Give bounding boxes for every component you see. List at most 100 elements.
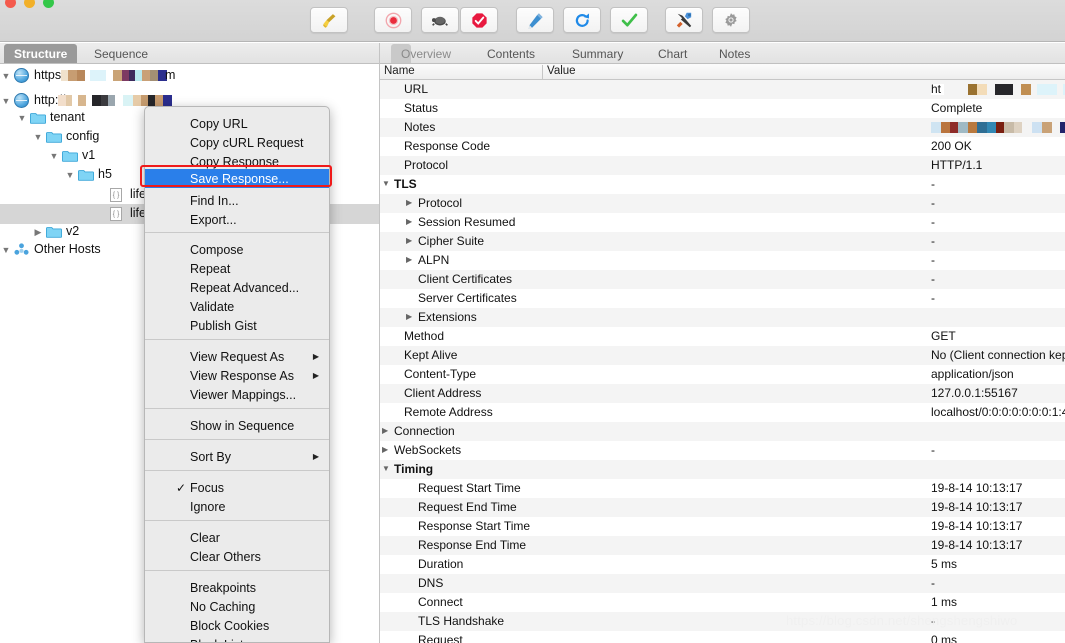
tab-sequence[interactable]: Sequence [84,44,158,63]
menu-item-ignore[interactable]: Ignore [145,497,329,516]
detail-row[interactable]: ▼ TLS - [380,175,1065,194]
tab-chart[interactable]: Chart [648,44,697,63]
menu-item-save-response[interactable]: Save Response... [145,169,329,188]
detail-row-name: Request [418,633,463,643]
menu-item-black-list[interactable]: Black List [145,635,329,643]
detail-row[interactable]: Notes [380,118,1065,137]
detail-row[interactable]: Kept Alive No (Client connection kept ali… [380,346,1065,365]
chevron-down-icon[interactable] [1,71,11,81]
tab-contents[interactable]: Contents [477,44,545,63]
detail-row[interactable]: Client Certificates - [380,270,1065,289]
menu-item-viewer-mappings[interactable]: Viewer Mappings... [145,385,329,404]
tree-item-label: v2 [66,224,80,238]
menu-item-copy-curl-request[interactable]: Copy cURL Request [145,133,329,152]
stop-sign-icon [471,12,488,29]
detail-row[interactable]: ▶ WebSockets - [380,441,1065,460]
menu-item-clear-others[interactable]: Clear Others [145,547,329,566]
detail-row[interactable]: Protocol HTTP/1.1 [380,156,1065,175]
tab-summary[interactable]: Summary [562,44,633,63]
menu-item-compose[interactable]: Compose [145,240,329,259]
detail-row[interactable]: Request End Time 19-8-14 10:13:17 [380,498,1065,517]
detail-row[interactable]: Response End Time 19-8-14 10:13:17 [380,536,1065,555]
menu-item-breakpoints[interactable]: Breakpoints [145,578,329,597]
detail-row[interactable]: Server Certificates - [380,289,1065,308]
menu-item-no-caching[interactable]: No Caching [145,597,329,616]
tab-structure[interactable]: Structure [4,44,78,63]
chevron-right-icon[interactable] [33,227,43,238]
chevron-right-icon[interactable]: ▶ [406,255,412,264]
detail-row[interactable]: ▶ Protocol - [380,194,1065,213]
menu-item-clear[interactable]: Clear [145,528,329,547]
overview-detail-pane[interactable]: Name Value URL/lifeinsrht Status Complete N… [380,64,1065,643]
detail-row[interactable]: Client Address 127.0.0.1:55167 [380,384,1065,403]
menu-item-repeat[interactable]: Repeat [145,259,329,278]
throttle-button[interactable] [421,7,459,33]
detail-row-value: 19-8-14 10:13:17 [931,519,1023,533]
detail-row[interactable]: DNS - [380,574,1065,593]
detail-row[interactable]: Status Complete [380,99,1065,118]
chevron-right-icon[interactable]: ▶ [406,217,412,226]
watermark: https://blog.csdn.net/shengshengshiwo [786,613,1018,628]
menu-item-publish-gist[interactable]: Publish Gist [145,316,329,335]
chevron-right-icon[interactable]: ▶ [382,426,388,435]
detail-row[interactable]: Response Start Time 19-8-14 10:13:17 [380,517,1065,536]
detail-table-header: Name Value [380,64,1065,80]
detail-row[interactable]: Duration 5 ms [380,555,1065,574]
column-header-value[interactable]: Value [547,65,576,77]
chevron-right-icon[interactable]: ▶ [406,236,412,245]
repeat-button[interactable] [563,7,601,33]
detail-row[interactable]: ▶ Connection [380,422,1065,441]
chevron-right-icon[interactable]: ▶ [382,445,388,454]
menu-item-copy-url[interactable]: Copy URL [145,114,329,133]
column-header-name[interactable]: Name [384,65,415,77]
menu-item-view-request-as[interactable]: View Request As ▶ [145,347,329,366]
tab-notes[interactable]: Notes [709,44,760,63]
detail-row[interactable]: URL/lifeinsrht [380,80,1065,99]
chevron-down-icon[interactable] [17,113,27,123]
menu-item-sort-by[interactable]: Sort By ▶ [145,447,329,466]
menu-item-focus[interactable]: ✓ Focus [145,478,329,497]
detail-row[interactable]: ▶ Extensions [380,308,1065,327]
detail-row[interactable]: Connect 1 ms [380,593,1065,612]
chevron-down-icon[interactable] [1,245,11,255]
redaction-block [977,84,987,95]
detail-row[interactable]: Response Code 200 OK [380,137,1065,156]
chevron-right-icon[interactable]: ▶ [406,198,412,207]
menu-item-show-in-sequence[interactable]: Show in Sequence [145,416,329,435]
chevron-right-icon[interactable]: ▶ [406,312,412,321]
chevron-down-icon[interactable] [49,151,59,161]
chevron-down-icon[interactable] [33,132,43,142]
start-stop-recording-button[interactable] [374,7,412,33]
detail-row[interactable]: Content-Type application/json [380,365,1065,384]
menu-item-find-in[interactable]: Find In... [145,191,329,210]
breakpoints-button[interactable] [460,7,498,33]
broom-icon [321,12,338,29]
detail-row[interactable]: Request 0 ms [380,631,1065,643]
chevron-down-icon[interactable] [1,96,11,106]
detail-row-name: Method [404,329,445,343]
menu-item-export[interactable]: Export... [145,210,329,229]
chevron-down-icon[interactable] [65,170,75,180]
tools-button[interactable] [665,7,703,33]
compose-button[interactable] [516,7,554,33]
settings-button[interactable] [712,7,750,33]
detail-row[interactable]: Request Start Time 19-8-14 10:13:17 [380,479,1065,498]
clear-session-button[interactable] [310,7,348,33]
request-context-menu[interactable]: Copy URL Copy cURL Request Copy Response Sa… [144,106,330,643]
detail-row[interactable]: ▶ ALPN - [380,251,1065,270]
menu-item-block-cookies[interactable]: Block Cookies [145,616,329,635]
column-divider[interactable] [542,65,543,79]
detail-row[interactable]: ▼ Timing [380,460,1065,479]
tree-host-https[interactable]: https: m [0,66,379,86]
validate-button[interactable] [610,7,648,33]
menu-item-repeat-advanced[interactable]: Repeat Advanced... [145,278,329,297]
detail-row[interactable]: ▶ Session Resumed - [380,213,1065,232]
detail-row[interactable]: Remote Address localhost/0:0:0:0:0:0:0:1:… [380,403,1065,422]
menu-item-validate[interactable]: Validate [145,297,329,316]
menu-item-view-response-as[interactable]: View Response As ▶ [145,366,329,385]
detail-row[interactable]: ▶ Cipher Suite - [380,232,1065,251]
chevron-down-icon[interactable]: ▼ [382,464,390,473]
chevron-down-icon[interactable]: ▼ [382,179,390,188]
detail-row[interactable]: Method GET [380,327,1065,346]
tab-overview[interactable]: Overview [391,44,451,63]
